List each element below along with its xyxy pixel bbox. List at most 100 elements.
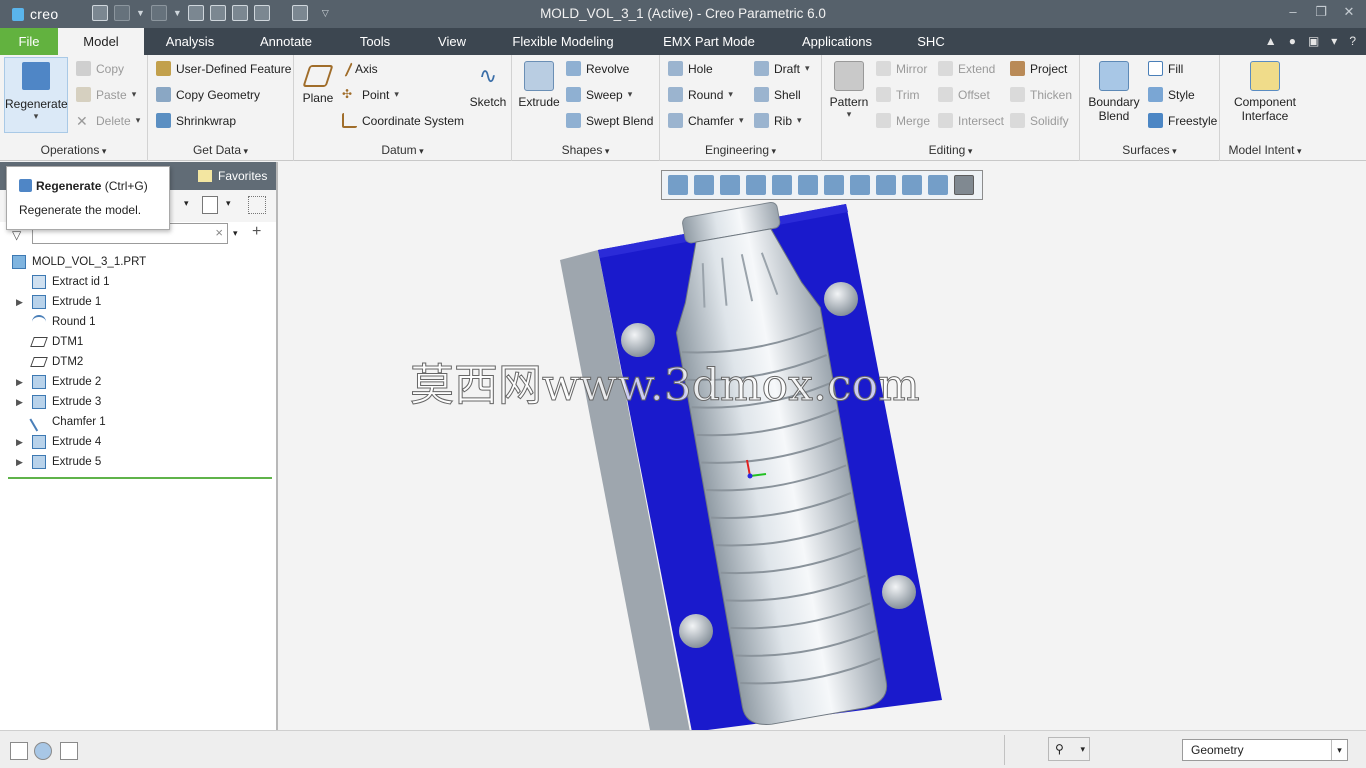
undo-icon[interactable] — [114, 5, 130, 21]
tab-flexible-modeling[interactable]: Flexible Modeling — [498, 28, 628, 55]
expand-icon[interactable]: ▶ — [16, 432, 23, 452]
freestyle-button[interactable]: Freestyle — [1148, 113, 1217, 128]
tree-item[interactable]: DTM2 — [0, 352, 276, 372]
tree-item[interactable]: Chamfer 1 — [0, 412, 276, 432]
add-icon[interactable]: + — [252, 223, 261, 241]
copy-button[interactable]: Copy — [76, 61, 124, 76]
tab-model[interactable]: Model — [58, 28, 144, 55]
pattern-button[interactable]: Pattern ▾ — [828, 61, 870, 120]
swept-blend-button[interactable]: Swept Blend — [566, 113, 653, 128]
thicken-button[interactable]: Thicken — [1010, 87, 1072, 102]
tab-view[interactable]: View — [424, 28, 480, 55]
style-button[interactable]: Style — [1148, 87, 1195, 102]
revolve-button[interactable]: Revolve — [566, 61, 629, 76]
lightbulb-icon[interactable]: ● — [1289, 34, 1296, 48]
paste-button[interactable]: Paste ▾ — [76, 87, 136, 102]
find-button[interactable]: ⚲ ▾ — [1048, 737, 1090, 761]
tree-item[interactable]: ▶ Extrude 2 — [0, 372, 276, 392]
tree-item[interactable]: DTM1 — [0, 332, 276, 352]
surfaces-label[interactable]: Surfaces — [1080, 143, 1219, 157]
merge-button[interactable]: Merge — [876, 113, 930, 128]
tab-emx-part-mode[interactable]: EMX Part Mode — [646, 28, 772, 55]
tab-annotate[interactable]: Annotate — [246, 28, 326, 55]
copy-geometry-button[interactable]: Copy Geometry — [156, 87, 260, 102]
tab-file[interactable]: File — [0, 28, 58, 55]
repaint-icon[interactable] — [746, 175, 766, 195]
open-icon[interactable] — [231, 5, 248, 21]
project-button[interactable]: Project — [1010, 61, 1067, 76]
customize-qat-icon[interactable]: ▽ — [322, 8, 329, 19]
hole-button[interactable]: Hole — [668, 61, 713, 76]
view-manager-icon[interactable] — [850, 175, 870, 195]
tree-item[interactable]: Extract id 1 — [0, 272, 276, 292]
shell-button[interactable]: Shell — [754, 87, 801, 102]
learning-icon[interactable]: ▣ — [1308, 34, 1319, 48]
expand-icon[interactable]: ▶ — [16, 452, 23, 472]
minimize-icon[interactable]: – — [1284, 4, 1302, 20]
tree-item[interactable]: ▶ Extrude 3 — [0, 392, 276, 412]
regenerate-button[interactable]: Regenerate ▾ — [4, 57, 68, 133]
filter-icon[interactable]: ▽ — [12, 228, 21, 242]
expand-icon[interactable]: ▶ — [16, 392, 23, 412]
graphics-area[interactable]: 莫西网www.3dmox.com — [280, 162, 1366, 730]
udf-button[interactable]: User-Defined Feature — [156, 61, 291, 76]
zoom-out-icon[interactable] — [720, 175, 740, 195]
chamfer-button[interactable]: Chamfer ▾ — [668, 113, 744, 128]
point-button[interactable]: ✣ Point ▾ — [342, 87, 399, 102]
perspective-icon[interactable] — [772, 175, 792, 195]
navigator-toggle-icon[interactable] — [10, 742, 28, 760]
expand-icon[interactable]: ▶ — [16, 372, 23, 392]
fill-button[interactable]: Fill — [1148, 61, 1183, 76]
datum-display-icon[interactable] — [902, 175, 922, 195]
editing-label[interactable]: Editing — [822, 143, 1079, 157]
tab-applications[interactable]: Applications — [788, 28, 886, 55]
search-caret-icon[interactable]: ▾ — [233, 228, 238, 239]
section-icon[interactable] — [876, 175, 896, 195]
engineering-label[interactable]: Engineering — [660, 143, 821, 157]
regenerate-quick-icon[interactable] — [187, 5, 204, 21]
rib-button[interactable]: Rib ▾ — [754, 113, 802, 128]
favorites-tab[interactable]: Favorites — [198, 169, 267, 183]
redo-icon[interactable] — [150, 5, 167, 21]
selection-filter-select[interactable]: Geometry ▾ — [1182, 739, 1348, 761]
refit-icon[interactable] — [668, 175, 688, 195]
display-style-icon[interactable] — [798, 175, 818, 195]
sketch-button[interactable]: ∿ Sketch — [468, 61, 508, 109]
expand-icon[interactable]: ▶ — [16, 292, 23, 312]
windows-icon[interactable] — [253, 5, 270, 21]
new-icon[interactable] — [209, 5, 226, 21]
tree-item[interactable]: ▶ Extrude 5 — [0, 452, 276, 472]
restore-icon[interactable]: ❐ — [1312, 4, 1330, 20]
extrude-button[interactable]: Extrude — [518, 61, 560, 109]
model-intent-label[interactable]: Model Intent — [1220, 143, 1310, 157]
shrinkwrap-button[interactable]: Shrinkwrap — [156, 113, 236, 128]
plane-button[interactable]: Plane — [300, 61, 336, 105]
intersect-button[interactable]: Intersect — [938, 113, 1004, 128]
options-caret-icon[interactable]: ▾ — [1331, 34, 1337, 48]
full-screen-icon[interactable] — [60, 742, 78, 760]
tree-item[interactable]: Round 1 — [0, 312, 276, 332]
save-icon[interactable] — [92, 5, 108, 21]
show-icon[interactable] — [202, 196, 218, 214]
tree-item-root[interactable]: MOLD_VOL_3_1.PRT — [0, 252, 276, 272]
browser-toggle-icon[interactable] — [34, 742, 52, 760]
close-window-icon[interactable] — [291, 5, 308, 21]
filter-tree-icon[interactable] — [248, 196, 266, 214]
saved-orientations-icon[interactable] — [824, 175, 844, 195]
round-button[interactable]: Round ▾ — [668, 87, 733, 102]
component-interface-button[interactable]: Component Interface — [1226, 61, 1304, 123]
zoom-in-icon[interactable] — [694, 175, 714, 195]
delete-button[interactable]: ✕ Delete ▾ — [76, 113, 140, 129]
coordinate-system-button[interactable]: Coordinate System — [342, 113, 464, 128]
spin-center-icon[interactable] — [954, 175, 974, 195]
close-icon[interactable]: ✕ — [1340, 4, 1358, 20]
settings-caret-icon[interactable]: ▾ — [184, 198, 189, 209]
collapse-ribbon-icon[interactable]: ▲ — [1265, 34, 1277, 48]
operations-label[interactable]: Operations — [0, 143, 147, 157]
sweep-button[interactable]: Sweep ▾ — [566, 87, 632, 102]
shapes-label[interactable]: Shapes — [512, 143, 659, 157]
annotation-display-icon[interactable] — [928, 175, 948, 195]
solidify-button[interactable]: Solidify — [1010, 113, 1069, 128]
offset-button[interactable]: Offset — [938, 87, 990, 102]
get-data-label[interactable]: Get Data — [148, 143, 293, 157]
